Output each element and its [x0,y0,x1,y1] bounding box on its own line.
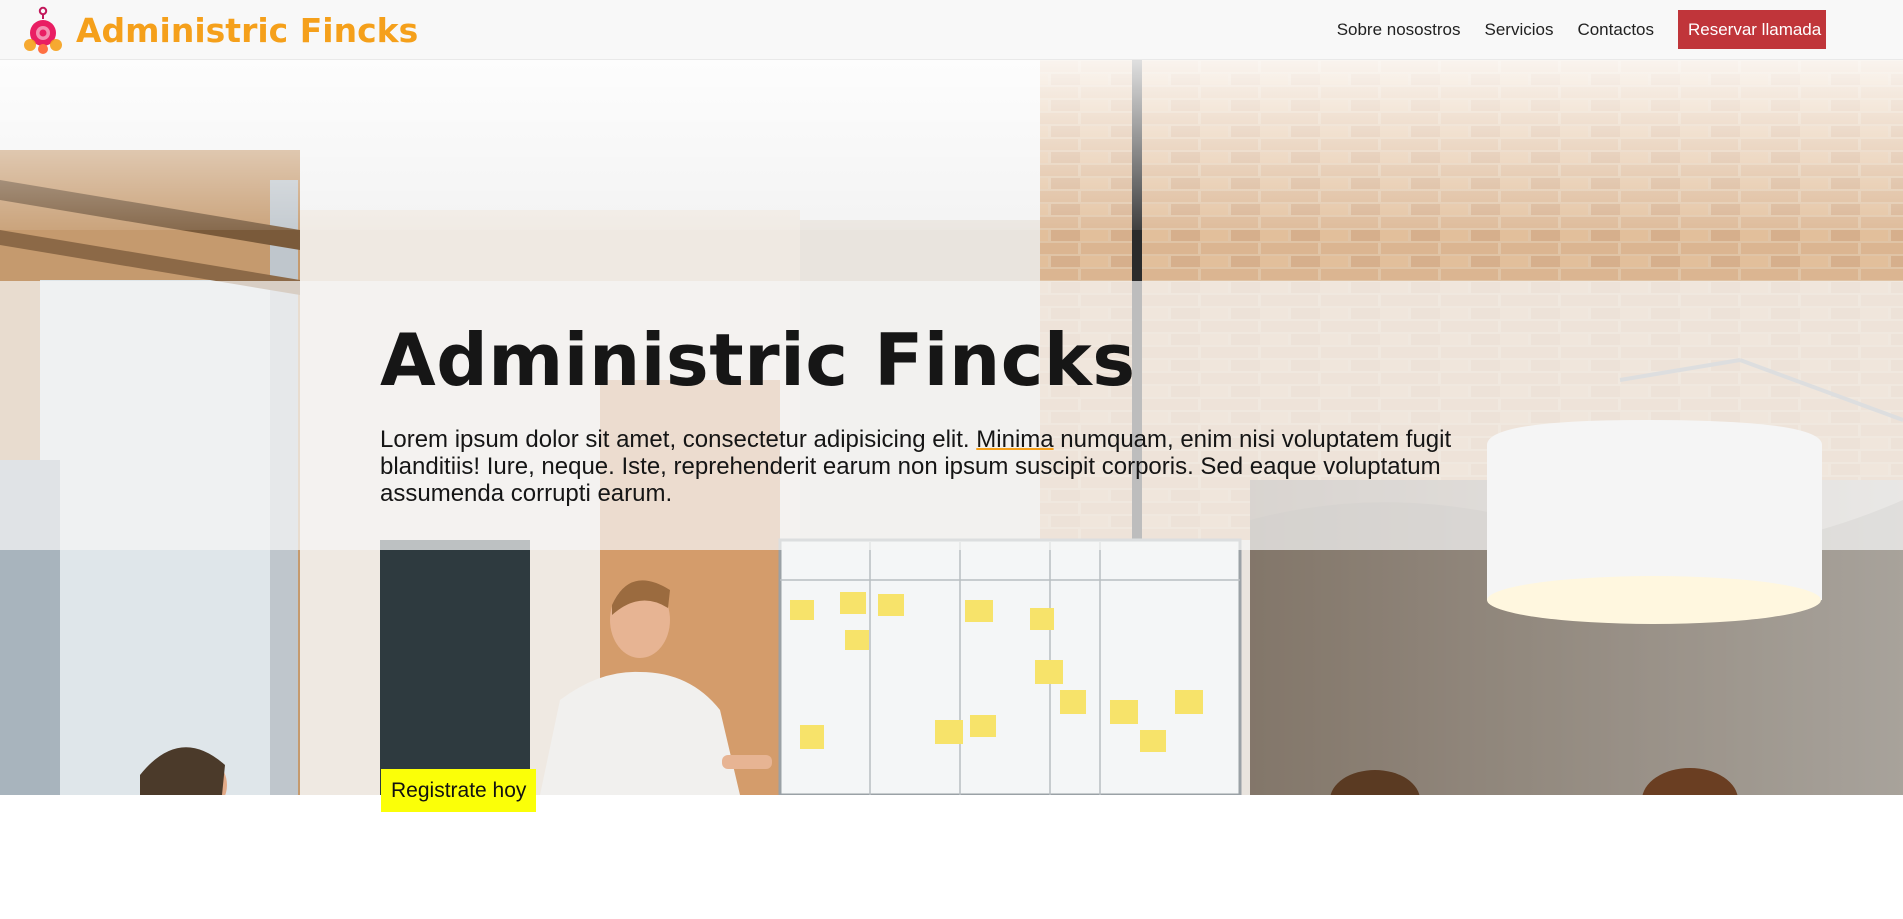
nav-link-sobre-nosotros[interactable]: Sobre nosostros [1337,20,1461,40]
book-call-button[interactable]: Reservar llamada [1678,10,1826,49]
hero-description-part1: Lorem ipsum dolor sit amet, consectetur … [380,426,977,453]
hero-description-highlight: Minima [976,426,1054,453]
brand-name: Administric Fincks [76,10,419,50]
brand-logo-icon [24,6,62,54]
register-button[interactable]: Registrate hoy [381,769,537,812]
nav-link-servicios[interactable]: Servicios [1484,20,1553,40]
hero-title: Administric Fincks [380,318,1136,402]
hero-section: Administric Fincks Lorem ipsum dolor sit… [0,60,1903,795]
nav-links: Sobre nosostros Servicios Contactos Rese… [1337,10,1826,49]
hero-description: Lorem ipsum dolor sit amet, consectetur … [380,426,1530,507]
navbar: Administric Fincks Sobre nosostros Servi… [0,0,1903,60]
brand-link[interactable]: Administric Fincks [20,5,418,55]
nav-link-contactos[interactable]: Contactos [1577,20,1654,40]
